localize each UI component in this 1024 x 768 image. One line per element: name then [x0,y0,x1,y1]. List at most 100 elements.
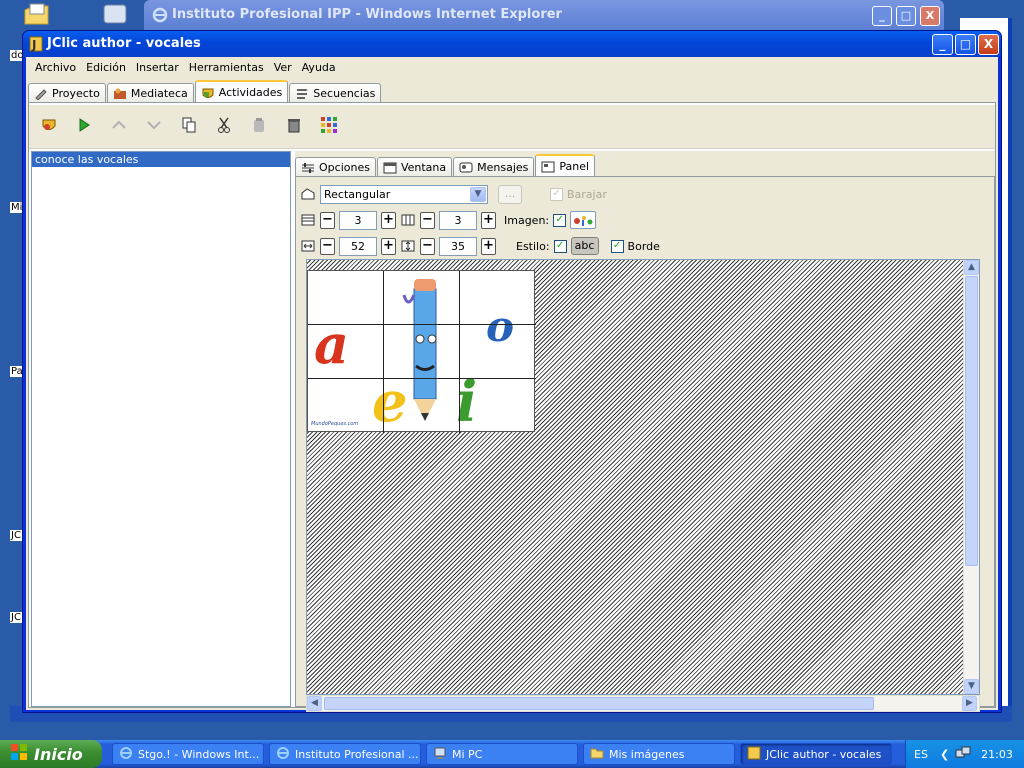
paste-button[interactable] [247,115,271,139]
activity-list[interactable]: conoce las vocales [31,151,291,707]
system-tray: ES ❮ 21:03 [905,740,1024,768]
rows-input[interactable]: 3 [339,210,377,230]
width-increment-button[interactable]: + [381,237,396,255]
window-icon [383,162,397,174]
tab-label: Actividades [218,86,283,99]
columns-icon [400,213,416,227]
title-bar[interactable]: J JClic author - vocales _ □ X [23,31,1001,57]
grid-button[interactable] [317,115,341,139]
tab-label: Mensajes [477,161,529,174]
taskbar-item[interactable]: Instituto Profesional ... [269,743,421,765]
taskbar-item[interactable]: Mis imágenes [583,743,735,765]
taskbar-item-active[interactable]: JClic author - vocales [740,743,892,765]
desktop-pc-icon[interactable] [100,2,130,28]
tab-actividades[interactable]: Actividades [194,80,289,103]
border-checkbox[interactable]: ✓ [610,239,624,253]
width-icon [300,239,316,253]
shape-select[interactable]: Rectangular ▼ [320,184,488,204]
tab-panel[interactable]: Panel [535,154,596,177]
maximize-button[interactable]: □ [955,34,976,55]
image-checkbox[interactable]: ✓ [553,213,567,227]
style-button[interactable]: abc [570,237,599,255]
scroll-right-arrow[interactable]: ▶ [962,696,977,711]
rows-decrement-button[interactable]: − [320,211,335,229]
shape-options-button[interactable]: ... [498,184,522,204]
height-decrement-button[interactable]: − [420,237,435,255]
height-input[interactable]: 35 [439,236,477,256]
tab-mensajes[interactable]: Mensajes [453,157,535,177]
move-down-button[interactable] [142,115,166,139]
media-icon [113,88,127,100]
scroll-down-arrow[interactable]: ▼ [964,679,979,694]
scroll-up-arrow[interactable]: ▲ [964,260,979,275]
close-button[interactable]: X [978,34,999,55]
menu-herramientas[interactable]: Herramientas [184,61,269,74]
window-title: JClic author - vocales [47,36,201,51]
rows-increment-button[interactable]: + [381,211,396,229]
new-activity-button[interactable] [37,115,61,139]
list-item[interactable]: conoce las vocales [32,152,290,167]
cols-decrement-button[interactable]: − [420,211,435,229]
taskbar-item[interactable]: Mi PC [426,743,578,765]
ie-icon [152,7,168,26]
image-preview-button[interactable] [570,211,597,229]
taskbar: Inicio Stgo.! - Windows Int... Instituto… [0,740,1024,768]
copy-icon [182,117,196,136]
delete-button[interactable] [282,115,306,139]
width-decrement-button[interactable]: − [320,237,335,255]
play-button[interactable] [72,115,96,139]
clock[interactable]: 21:03 [981,748,1013,761]
new-activity-icon [40,116,58,137]
network-icon[interactable] [955,746,971,763]
svg-text:J: J [31,38,36,52]
jclic-logo-icon: J [29,36,43,52]
taskbar-item-label: Mi PC [452,747,483,761]
ie-close-button[interactable]: X [920,6,940,26]
tab-secuencias[interactable]: Secuencias [289,83,382,103]
horizontal-scrollbar[interactable]: ◀ ▶ [306,695,980,712]
cols-increment-button[interactable]: + [481,211,496,229]
desktop-folder-icon[interactable] [22,2,52,28]
start-button[interactable]: Inicio [0,740,102,768]
tray-expand-icon[interactable]: ❮ [940,748,949,761]
move-up-button[interactable] [107,115,131,139]
minimize-button[interactable]: _ [932,34,953,55]
panel-icon [541,161,555,173]
taskbar-item[interactable]: Stgo.! - Windows Int... [112,743,264,765]
ie-minimize-button[interactable]: _ [872,6,892,26]
trash-icon [287,117,301,136]
tab-mediateca[interactable]: Mediateca [106,83,194,103]
messages-icon [459,162,473,174]
rows-icon [300,213,316,227]
menu-insertar[interactable]: Insertar [131,61,184,74]
language-indicator[interactable]: ES [914,748,928,761]
menu-edicion[interactable]: Edición [81,61,131,74]
tab-opciones[interactable]: Opciones [295,157,376,177]
jclic-window: J JClic author - vocales _ □ X Archivo E… [22,30,1002,713]
style-checkbox[interactable]: ✓ [553,239,567,253]
copy-button[interactable] [177,115,201,139]
panel-preview-canvas[interactable]: a o e i MundoPeques.com ▲ ▼ [306,259,980,695]
play-icon [77,118,91,135]
cut-button[interactable] [212,115,236,139]
height-increment-button[interactable]: + [481,237,496,255]
menu-ayuda[interactable]: Ayuda [297,61,341,74]
ie-maximize-button[interactable]: □ [896,6,916,26]
cell-size-row: − 52 + − 35 + Estilo: ✓ abc ✓ Borde [300,236,660,256]
chevron-down-icon[interactable]: ▼ [470,186,486,202]
tab-ventana[interactable]: Ventana [376,157,453,177]
width-input[interactable]: 52 [339,236,377,256]
shape-row: Rectangular ▼ ... ✓ Barajar [300,184,607,204]
ie-background-window[interactable]: Instituto Profesional IPP - Windows Inte… [144,0,944,30]
menu-archivo[interactable]: Archivo [30,61,81,74]
letter-o: o [486,302,514,351]
vertical-scrollbar[interactable]: ▲ ▼ [963,260,979,694]
shuffle-checkbox[interactable]: ✓ [550,187,563,201]
horizontal-scroll-thumb[interactable] [324,697,874,710]
menu-ver[interactable]: Ver [269,61,297,74]
scroll-left-arrow[interactable]: ◀ [307,696,322,711]
puzzle-image[interactable]: a o e i MundoPeques.com [307,270,536,433]
tab-proyecto[interactable]: Proyecto [28,83,106,103]
cols-input[interactable]: 3 [439,210,477,230]
vertical-scroll-thumb[interactable] [965,276,978,566]
